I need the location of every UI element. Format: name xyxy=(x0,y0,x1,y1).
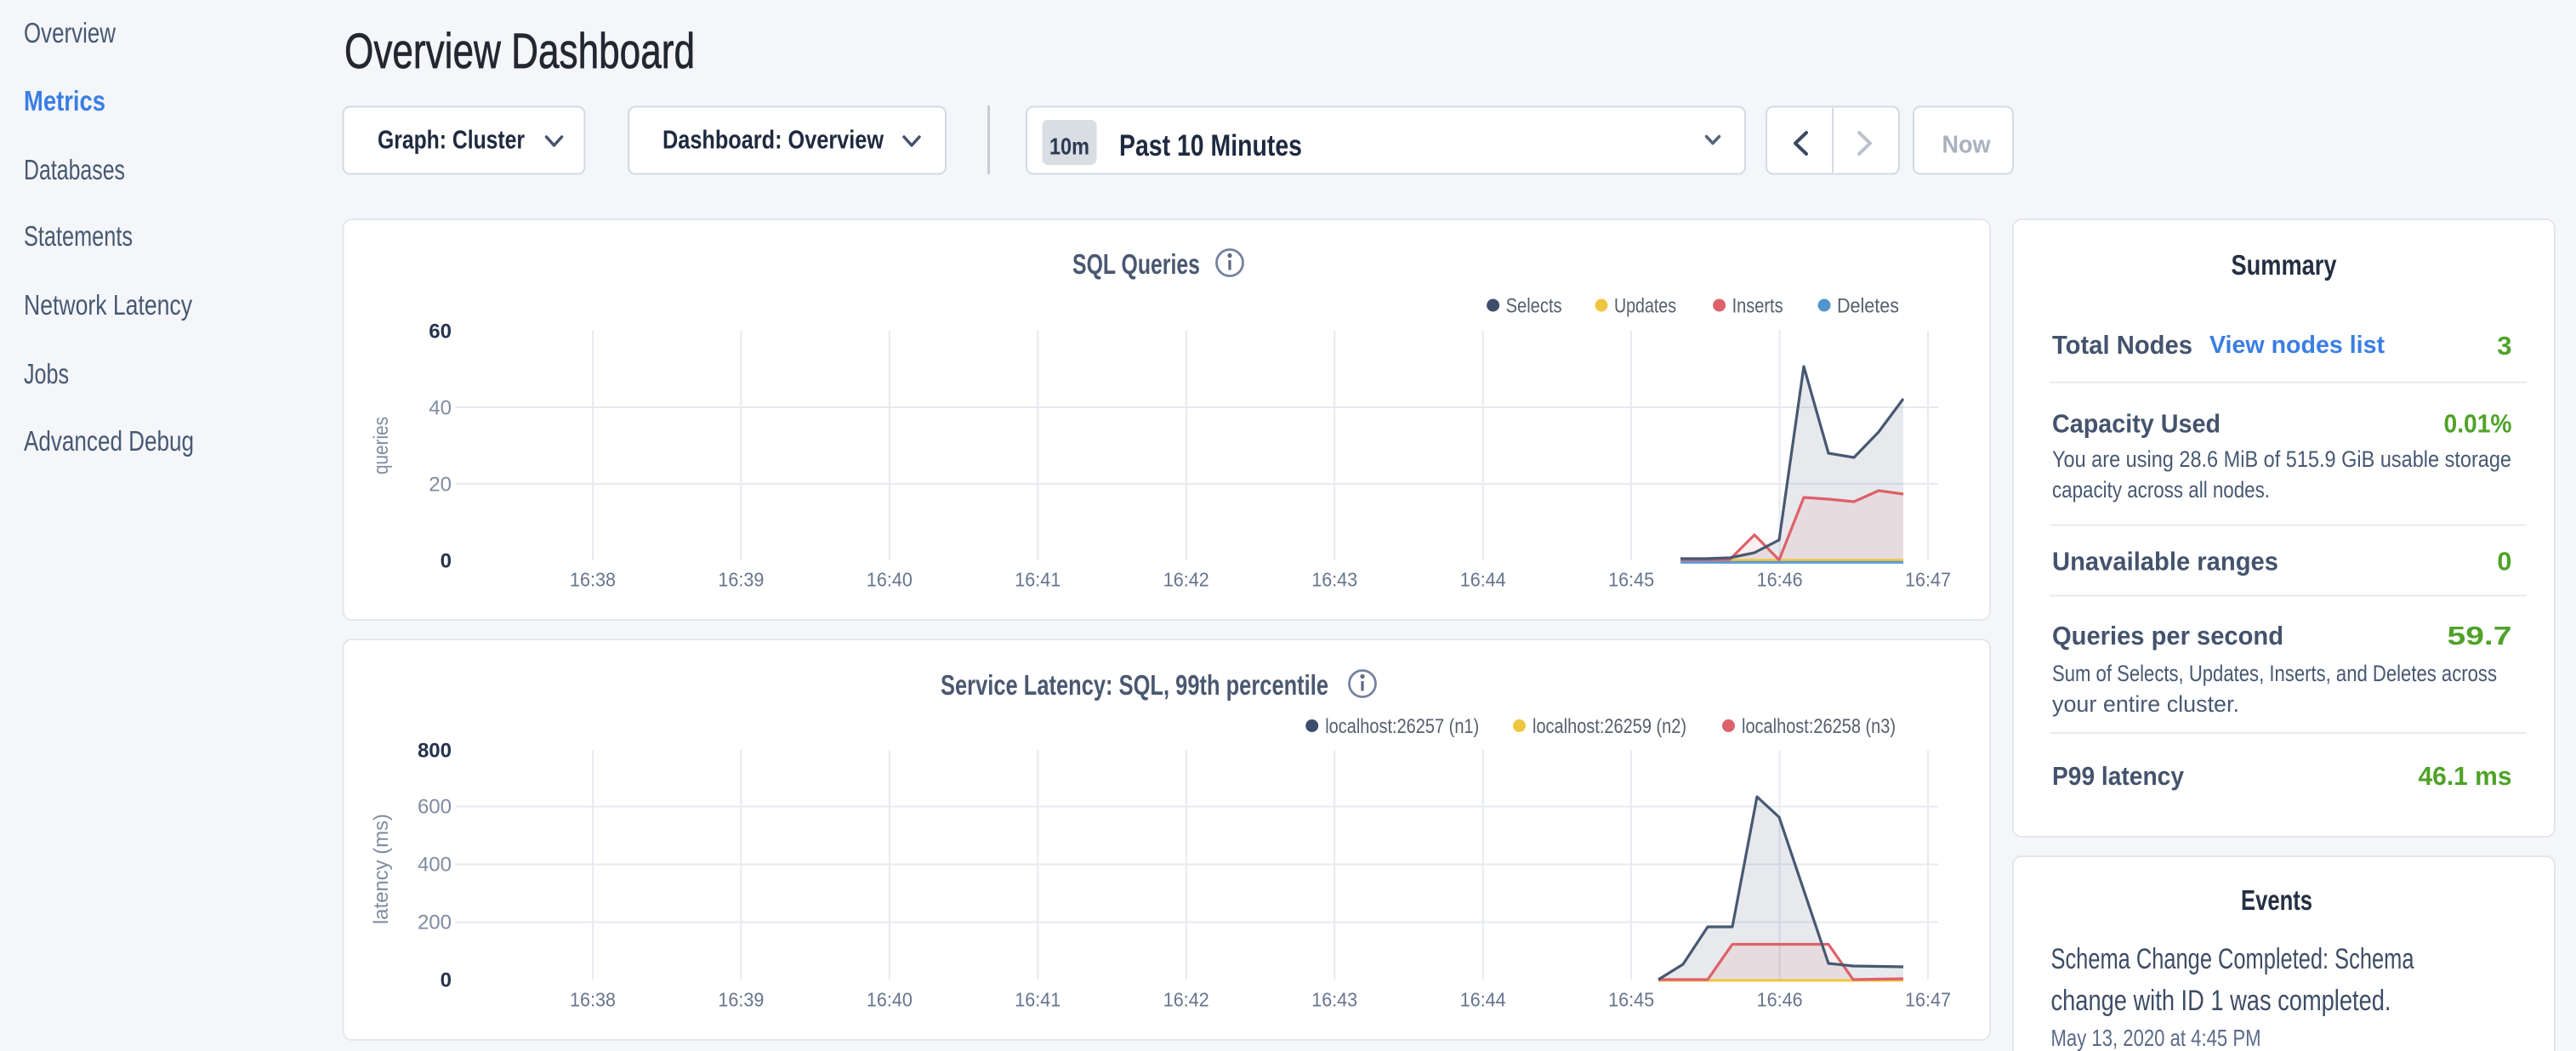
svg-text:View nodes list: View nodes list xyxy=(2209,332,2385,359)
svg-text:16:47: 16:47 xyxy=(1905,989,1951,1011)
svg-text:localhost:26258 (n3): localhost:26258 (n3) xyxy=(1742,715,1896,738)
svg-text:Summary: Summary xyxy=(2232,249,2338,281)
svg-text:16:43: 16:43 xyxy=(1311,989,1357,1011)
svg-text:800: 800 xyxy=(418,740,452,763)
svg-text:16:38: 16:38 xyxy=(570,989,616,1011)
svg-text:16:39: 16:39 xyxy=(718,989,764,1011)
svg-text:46.1 ms: 46.1 ms xyxy=(2419,761,2512,791)
svg-text:Now: Now xyxy=(1942,132,1991,159)
svg-text:Queries per second: Queries per second xyxy=(2052,621,2283,650)
svg-text:16:46: 16:46 xyxy=(1757,569,1803,591)
svg-text:16:40: 16:40 xyxy=(867,569,913,591)
svg-text:Events: Events xyxy=(2241,884,2312,916)
svg-text:16:45: 16:45 xyxy=(1608,569,1654,591)
svg-text:Overview: Overview xyxy=(24,17,116,48)
svg-text:16:43: 16:43 xyxy=(1311,569,1357,591)
svg-text:Databases: Databases xyxy=(24,154,125,185)
svg-text:Network Latency: Network Latency xyxy=(24,289,192,321)
svg-text:queries: queries xyxy=(370,417,393,474)
svg-text:capacity across all nodes.: capacity across all nodes. xyxy=(2052,477,2270,503)
svg-text:latency (ms): latency (ms) xyxy=(370,814,393,924)
svg-text:600: 600 xyxy=(418,796,452,819)
svg-text:SQL Queries: SQL Queries xyxy=(1072,248,1200,280)
svg-text:Deletes: Deletes xyxy=(1837,295,1899,318)
svg-text:16:44: 16:44 xyxy=(1460,989,1506,1011)
svg-text:Total Nodes: Total Nodes xyxy=(2052,330,2192,360)
svg-text:16:41: 16:41 xyxy=(1015,989,1061,1011)
svg-text:change with ID 1 was completed: change with ID 1 was completed. xyxy=(2051,985,2391,1017)
svg-text:Past 10 Minutes: Past 10 Minutes xyxy=(1119,129,1302,162)
svg-text:Graph: Cluster: Graph: Cluster xyxy=(378,125,525,155)
svg-text:Schema Change Completed: Schem: Schema Change Completed: Schema xyxy=(2051,943,2414,975)
svg-text:0: 0 xyxy=(441,550,452,573)
svg-text:localhost:26257 (n1): localhost:26257 (n1) xyxy=(1325,715,1479,738)
svg-text:16:38: 16:38 xyxy=(570,569,616,591)
svg-text:60: 60 xyxy=(429,321,452,344)
svg-text:59.7: 59.7 xyxy=(2448,621,2512,650)
svg-text:You are using 28.6 MiB of 515.: You are using 28.6 MiB of 515.9 GiB usab… xyxy=(2052,446,2511,472)
svg-text:40: 40 xyxy=(429,397,452,420)
svg-text:3: 3 xyxy=(2497,331,2511,361)
svg-text:16:42: 16:42 xyxy=(1163,569,1209,591)
svg-text:16:45: 16:45 xyxy=(1608,989,1654,1011)
svg-text:16:46: 16:46 xyxy=(1757,989,1803,1011)
svg-text:16:41: 16:41 xyxy=(1015,569,1061,591)
svg-text:Dashboard: Overview: Dashboard: Overview xyxy=(662,125,884,155)
svg-text:Overview Dashboard: Overview Dashboard xyxy=(344,24,695,79)
svg-text:200: 200 xyxy=(418,912,452,935)
svg-text:Unavailable ranges: Unavailable ranges xyxy=(2052,547,2278,577)
svg-text:0: 0 xyxy=(2497,547,2511,577)
svg-text:Sum of Selects, Updates, Inser: Sum of Selects, Updates, Inserts, and De… xyxy=(2052,661,2497,686)
svg-text:Service Latency: SQL, 99th per: Service Latency: SQL, 99th percentile xyxy=(941,669,1328,701)
svg-text:Metrics: Metrics xyxy=(24,85,105,116)
svg-text:Inserts: Inserts xyxy=(1732,295,1783,318)
svg-text:16:44: 16:44 xyxy=(1460,569,1506,591)
svg-text:Jobs: Jobs xyxy=(24,358,69,389)
svg-text:400: 400 xyxy=(418,854,452,877)
svg-text:May 13, 2020 at 4:45 PM: May 13, 2020 at 4:45 PM xyxy=(2051,1025,2261,1051)
svg-text:P99 latency: P99 latency xyxy=(2052,761,2185,791)
svg-text:20: 20 xyxy=(429,474,452,497)
svg-text:your entire cluster.: your entire cluster. xyxy=(2052,691,2239,717)
svg-text:0: 0 xyxy=(441,969,452,992)
svg-text:0.01%: 0.01% xyxy=(2444,409,2512,439)
svg-text:Updates: Updates xyxy=(1614,295,1676,318)
svg-text:Capacity Used: Capacity Used xyxy=(2052,409,2221,439)
svg-text:16:40: 16:40 xyxy=(867,989,913,1011)
svg-text:16:39: 16:39 xyxy=(718,569,764,591)
svg-text:16:47: 16:47 xyxy=(1905,569,1951,591)
svg-text:10m: 10m xyxy=(1049,134,1089,160)
svg-text:Selects: Selects xyxy=(1506,295,1562,318)
svg-text:16:42: 16:42 xyxy=(1163,989,1209,1011)
svg-text:Statements: Statements xyxy=(24,220,133,252)
svg-text:localhost:26259 (n2): localhost:26259 (n2) xyxy=(1533,715,1686,738)
svg-text:Advanced Debug: Advanced Debug xyxy=(24,425,194,457)
